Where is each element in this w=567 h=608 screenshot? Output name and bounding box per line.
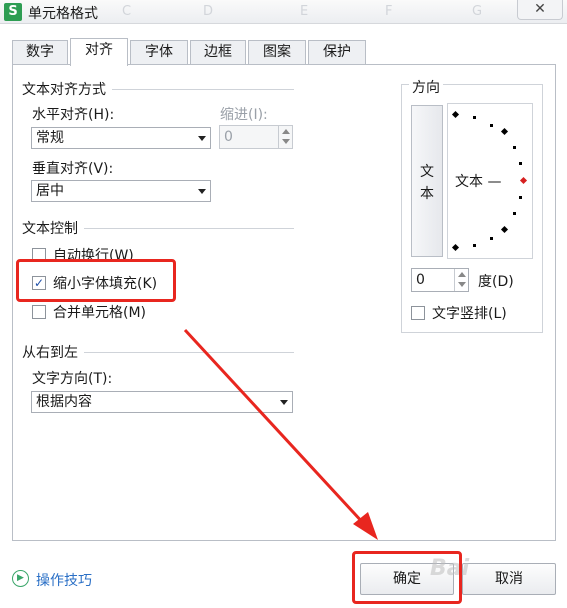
section-right-to-left: 从右到左 [22, 342, 84, 362]
tab-alignment[interactable]: 对齐 [70, 38, 128, 66]
section-text-alignment: 文本对齐方式 [22, 79, 112, 99]
section-text-control: 文本控制 [22, 218, 84, 238]
section-orientation: 方向 [409, 77, 443, 97]
